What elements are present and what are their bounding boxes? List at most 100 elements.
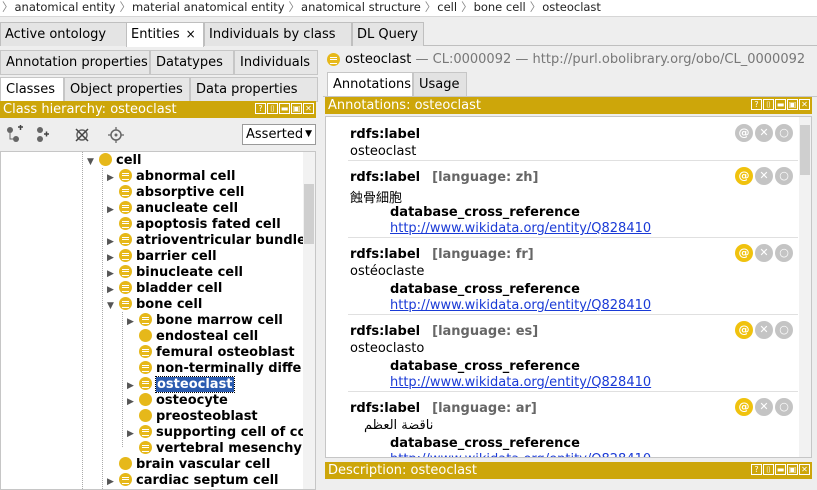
collapsed-icon[interactable]: ▶ (107, 250, 119, 266)
tree-node[interactable]: ▶ binucleate cell (107, 265, 243, 281)
maximize-icon[interactable]: ▣ (787, 99, 798, 110)
breadcrumb-item[interactable]: 〉bone cell (461, 0, 526, 14)
collapsed-icon[interactable]: ▶ (107, 170, 119, 186)
breadcrumb-item[interactable]: 〉anatomical entity (2, 0, 115, 14)
tree-node[interactable]: non-terminally diffe (127, 361, 301, 377)
main-tab[interactable]: Active ontology (0, 22, 128, 46)
annotations-scrollbar[interactable] (799, 117, 811, 457)
main-tab[interactable]: Entities × (126, 22, 204, 47)
edit-icon[interactable]: ○ (775, 321, 793, 339)
annotation-link[interactable]: http://www.wikidata.org/entity/Q828410 (390, 375, 651, 390)
collapsed-icon[interactable]: ▶ (107, 202, 119, 218)
close-icon[interactable]: ✕ (303, 103, 314, 114)
add-subclass-icon[interactable] (4, 125, 24, 145)
tree-node[interactable]: ▶ supporting cell of cc (127, 425, 305, 441)
hierarchy-mode-select[interactable]: Asserted ▼ (242, 124, 316, 145)
tree-node[interactable]: ▶ barrier cell (107, 249, 217, 265)
tree-node[interactable]: absorptive cell (107, 185, 244, 201)
collapsed-icon[interactable]: ▶ (107, 234, 119, 250)
add-sibling-icon[interactable] (34, 125, 54, 145)
edit-icon[interactable]: ○ (775, 167, 793, 185)
breadcrumb-item[interactable]: 〉material anatomical entity (119, 0, 284, 14)
collapsed-icon[interactable]: ▶ (107, 474, 119, 489)
annotation-property[interactable]: rdfs:label [language: ar] (350, 401, 537, 416)
help-icon[interactable]: ? (751, 464, 762, 475)
delete-icon[interactable]: ✕ (755, 398, 773, 416)
delete-icon[interactable]: ✕ (755, 124, 773, 142)
minimize-icon[interactable]: ▬ (775, 99, 786, 110)
tree-node[interactable]: ▼ bone cell (107, 297, 202, 313)
edit-icon[interactable]: ○ (775, 398, 793, 416)
help-icon[interactable]: ? (751, 99, 762, 110)
tree-node[interactable]: ▶ anucleate cell (107, 201, 238, 217)
tree-node[interactable]: ▶ osteocyte (127, 393, 228, 409)
annotate-icon[interactable]: @ (735, 124, 753, 142)
split-icon[interactable]: ⌷ (267, 103, 278, 114)
help-icon[interactable]: ? (255, 103, 266, 114)
annotation-link[interactable]: http://www.wikidata.org/entity/Q828410 (390, 221, 651, 236)
delete-class-icon[interactable] (72, 125, 92, 145)
close-icon[interactable]: × (186, 27, 196, 41)
entity-tab[interactable]: Annotation properties (0, 50, 150, 75)
delete-icon[interactable]: ✕ (755, 321, 773, 339)
annotation-property[interactable]: rdfs:label [language: zh] (350, 170, 539, 185)
close-icon[interactable]: ✕ (799, 464, 810, 475)
maximize-icon[interactable]: ▣ (787, 464, 798, 475)
tree-node[interactable]: endosteal cell (127, 329, 258, 345)
edit-icon[interactable]: ○ (775, 244, 793, 262)
collapsed-icon[interactable]: ▶ (127, 394, 139, 410)
entity-tab[interactable]: Individuals (234, 50, 318, 75)
entity-tab[interactable]: Object properties (64, 77, 190, 102)
entity-view-tab[interactable]: Usage (413, 72, 467, 97)
entity-tab[interactable]: Data properties (190, 77, 318, 102)
tree-node[interactable]: apoptosis fated cell (107, 217, 281, 233)
edit-icon[interactable]: ○ (775, 124, 793, 142)
entity-tab[interactable]: Datatypes (150, 50, 234, 75)
tree-node[interactable]: preosteoblast (127, 409, 258, 425)
expanded-icon[interactable]: ▼ (107, 298, 119, 314)
tree-node[interactable]: ▶ atrioventricular bundle (107, 233, 306, 249)
close-icon[interactable]: ✕ (799, 99, 810, 110)
breadcrumb-item[interactable]: 〉anatomical structure (289, 0, 421, 14)
annotate-icon[interactable]: @ (735, 167, 753, 185)
annotate-icon[interactable]: @ (735, 321, 753, 339)
delete-icon[interactable]: ✕ (755, 244, 773, 262)
tree-scroll-thumb[interactable] (304, 184, 314, 244)
main-tab[interactable]: DL Query (352, 22, 424, 46)
collapsed-icon[interactable]: ▶ (107, 282, 119, 298)
tree-node[interactable]: ▼ cell (87, 153, 141, 169)
tree-node[interactable]: ▶ cardiac septum cell (107, 473, 279, 489)
tree-node[interactable]: ▶ abnormal cell (107, 169, 235, 185)
collapsed-icon[interactable]: ▶ (127, 378, 139, 394)
minimize-icon[interactable]: ▬ (279, 103, 290, 114)
minimize-icon[interactable]: ▬ (775, 464, 786, 475)
maximize-icon[interactable]: ▣ (291, 103, 302, 114)
collapsed-icon[interactable]: ▶ (127, 426, 139, 442)
annotation-link[interactable]: http://www.wikidata.org/entity/Q828410 (390, 298, 651, 313)
expanded-icon[interactable]: ▼ (87, 154, 99, 170)
annotate-icon[interactable]: @ (735, 244, 753, 262)
annotation-property[interactable]: rdfs:label (350, 127, 420, 142)
breadcrumb-item[interactable]: 〉cell (425, 0, 457, 14)
tree-node[interactable]: femural osteoblast (127, 345, 295, 361)
annotation-property[interactable]: rdfs:label [language: fr] (350, 247, 534, 262)
tree-node[interactable]: ▶ bone marrow cell (127, 313, 283, 329)
annotations-scroll-thumb[interactable] (800, 125, 810, 175)
entity-view-tab[interactable]: Annotations (327, 72, 413, 97)
collapsed-icon[interactable]: ▶ (107, 266, 119, 282)
annotation-sub-property[interactable]: database_cross_reference (390, 205, 580, 220)
breadcrumb-item[interactable]: 〉osteoclast (530, 0, 601, 14)
tree-node[interactable]: ▶ osteoclast (127, 376, 235, 394)
tree-node[interactable]: brain vascular cell (107, 457, 270, 473)
tree-node[interactable]: ▶ bladder cell (107, 281, 222, 297)
find-icon[interactable] (106, 125, 126, 145)
annotation-property[interactable]: rdfs:label [language: es] (350, 324, 538, 339)
annotation-sub-property[interactable]: database_cross_reference (390, 436, 580, 451)
annotation-sub-property[interactable]: database_cross_reference (390, 359, 580, 374)
annotation-link[interactable]: http://www.wikidata.org/entity/Q828410 (390, 452, 651, 457)
annotation-sub-property[interactable]: database_cross_reference (390, 282, 580, 297)
collapsed-icon[interactable]: ▶ (127, 314, 139, 330)
tree-scrollbar[interactable] (303, 152, 315, 489)
split-icon[interactable]: ⌷ (763, 99, 774, 110)
split-icon[interactable]: ⌷ (763, 464, 774, 475)
